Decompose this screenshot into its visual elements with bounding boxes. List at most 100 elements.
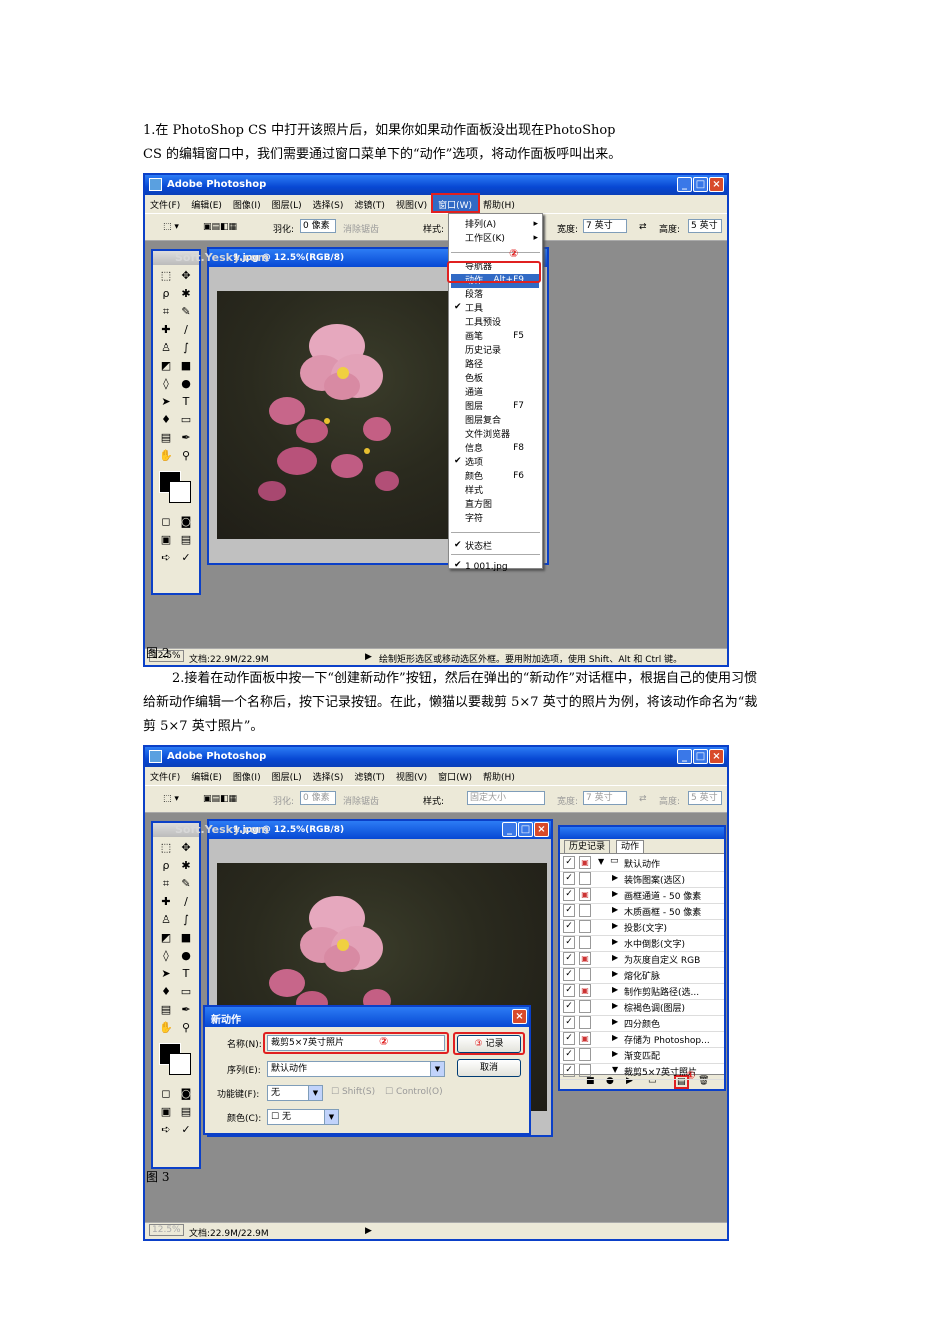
type-icon[interactable]: T [177, 966, 195, 982]
window-menu-item[interactable]: 色板 [465, 372, 483, 386]
crop-icon[interactable]: ⌗ [157, 304, 175, 320]
menu-image[interactable]: 图像(I) [228, 767, 267, 783]
menu-select[interactable]: 选择(S) [308, 767, 350, 783]
action-row[interactable]: ✓ ▶ 棕褐色调(图层) [560, 999, 724, 1016]
eyedropper-icon[interactable]: ✒ [177, 1002, 195, 1018]
dialog-toggle-icon[interactable]: ▣ [579, 984, 591, 997]
eyedropper-icon[interactable]: ✒ [177, 430, 195, 446]
window-menu-item[interactable]: 选项 [465, 456, 483, 470]
blur-icon[interactable]: ◊ [157, 948, 175, 964]
swap-icon[interactable]: ⇄ [639, 794, 647, 804]
style-select[interactable]: 固定大小 [467, 791, 545, 805]
action-row[interactable]: ✓ ▶ 四分颜色 [560, 1015, 724, 1032]
dialog-toggle-icon[interactable]: ▣ [579, 856, 591, 869]
width-input[interactable]: 7 英寸 [583, 219, 627, 233]
path-select-icon[interactable]: ➤ [157, 394, 175, 410]
menu-filter[interactable]: 滤镜(T) [349, 767, 391, 783]
gradient-icon[interactable]: ■ [177, 358, 195, 374]
menu-select[interactable]: 选择(S) [308, 195, 350, 211]
marquee-tool-icon[interactable]: ⬚ ▾ [163, 794, 179, 804]
type-icon[interactable]: T [177, 394, 195, 410]
action-row[interactable]: ✓ ▣ ▼ ▭ 默认动作 [560, 855, 724, 872]
menu-file[interactable]: 文件(F) [145, 195, 186, 211]
toggle-check-icon[interactable]: ✓ [563, 856, 575, 869]
dialog-toggle-icon[interactable]: ▣ [579, 1032, 591, 1045]
menu-filter[interactable]: 滤镜(T) [349, 195, 391, 211]
standard-mode-icon[interactable]: ◻ [157, 1086, 175, 1102]
marquee-icon[interactable]: ⬚ [157, 268, 175, 284]
expand-triangle-icon[interactable]: ▶ [612, 873, 618, 882]
action-row[interactable]: ✓ ▶ 木质画框 - 50 像素 [560, 903, 724, 920]
expand-triangle-icon[interactable]: ▶ [612, 921, 618, 930]
feather-input[interactable]: 0 像素 [300, 219, 336, 233]
set-select[interactable]: 默认动作 ▼ [267, 1061, 445, 1077]
window-menu-item[interactable]: 图层复合 [465, 414, 501, 428]
dialog-toggle-icon[interactable] [579, 936, 591, 949]
dodge-icon[interactable]: ● [177, 948, 195, 964]
jump-icon[interactable]: ✓ [177, 550, 195, 566]
screen-mode-icon[interactable]: ▣ [157, 1104, 175, 1120]
window-menu-item[interactable]: 颜色 [465, 470, 483, 484]
expand-triangle-icon[interactable]: ▶ [612, 985, 618, 994]
menu-help[interactable]: 帮助(H) [478, 195, 521, 211]
action-row[interactable]: ✓ ▶ 渐变匹配 [560, 1047, 724, 1064]
window-menu-item[interactable]: 通道 [465, 386, 483, 400]
window-menu-item[interactable]: 工具预设 [465, 316, 501, 330]
toggle-check-icon[interactable]: ✓ [563, 1048, 575, 1061]
shape-icon[interactable]: ▭ [177, 412, 195, 428]
notes-icon[interactable]: ▤ [157, 430, 175, 446]
eraser-icon[interactable]: ◩ [157, 358, 175, 374]
dialog-toggle-icon[interactable] [579, 1016, 591, 1029]
menu-window[interactable]: 窗口(W) [433, 767, 478, 783]
close-button[interactable]: × [709, 177, 724, 192]
dialog-toggle-icon[interactable] [579, 968, 591, 981]
window-menu-item[interactable]: 历史记录 [465, 344, 501, 358]
quickmask-icon[interactable]: ◙ [177, 514, 195, 530]
window-menu-item[interactable]: 直方图 [465, 498, 492, 512]
history-brush-icon[interactable]: ∫ [177, 340, 195, 356]
action-row[interactable]: ✓ ▼ 裁剪5×7英寸照片 [560, 1063, 724, 1080]
move-icon[interactable]: ✥ [177, 268, 195, 284]
menu-view[interactable]: 视图(V) [391, 195, 433, 211]
standard-mode-icon[interactable]: ◻ [157, 514, 175, 530]
brush-icon[interactable]: ∕ [177, 322, 195, 338]
healing-icon[interactable]: ✚ [157, 322, 175, 338]
window-menu-item[interactable]: 工具 [465, 302, 483, 316]
window-menu-item[interactable]: 段落 [465, 288, 483, 302]
gradient-icon[interactable]: ■ [177, 930, 195, 946]
width-input[interactable]: 7 英寸 [583, 791, 627, 805]
blur-icon[interactable]: ◊ [157, 376, 175, 392]
menu-view[interactable]: 视图(V) [391, 767, 433, 783]
magic-wand-icon[interactable]: ✱ [177, 858, 195, 874]
expand-triangle-icon[interactable]: ▶ [612, 905, 618, 914]
menu-layer[interactable]: 图层(L) [267, 195, 308, 211]
feather-input[interactable]: 0 像素 [300, 791, 336, 805]
doc-minimize-button[interactable]: _ [502, 822, 517, 837]
color-select[interactable]: ☐ 无 ▼ [267, 1109, 339, 1125]
maximize-button[interactable]: □ [693, 177, 708, 192]
zoom-icon[interactable]: ⚲ [177, 1020, 195, 1036]
height-input[interactable]: 5 英寸 [688, 791, 722, 805]
window-menu-item[interactable]: 文件浏览器 [465, 428, 510, 442]
shift-checkbox[interactable]: ☐ Shift(S) [331, 1087, 375, 1097]
toggle-check-icon[interactable]: ✓ [563, 1016, 575, 1029]
color-swatches[interactable] [153, 467, 199, 511]
toggle-check-icon[interactable]: ✓ [563, 872, 575, 885]
expand-triangle-icon[interactable]: ▶ [612, 1049, 618, 1058]
path-select-icon[interactable]: ➤ [157, 966, 175, 982]
dialog-toggle-icon[interactable] [579, 1000, 591, 1013]
cancel-button[interactable]: 取消 [457, 1059, 521, 1077]
menu-window[interactable]: 窗口(W) [431, 193, 481, 213]
toggle-check-icon[interactable]: ✓ [563, 984, 575, 997]
dialog-toggle-icon[interactable]: ▣ [579, 888, 591, 901]
fullscreen-icon[interactable]: ▤ [177, 1104, 195, 1120]
expand-triangle-icon[interactable]: ▶ [612, 889, 618, 898]
control-checkbox[interactable]: ☐ Control(O) [385, 1087, 443, 1097]
pen-icon[interactable]: ♦ [157, 984, 175, 1000]
window-menu-item[interactable]: 信息 [465, 442, 483, 456]
menu-image[interactable]: 图像(I) [228, 195, 267, 211]
shape-icon[interactable]: ▭ [177, 984, 195, 1000]
swap-icon[interactable]: ⇄ [639, 222, 647, 232]
doc-maximize-button[interactable]: □ [518, 822, 533, 837]
close-button[interactable]: × [709, 749, 724, 764]
